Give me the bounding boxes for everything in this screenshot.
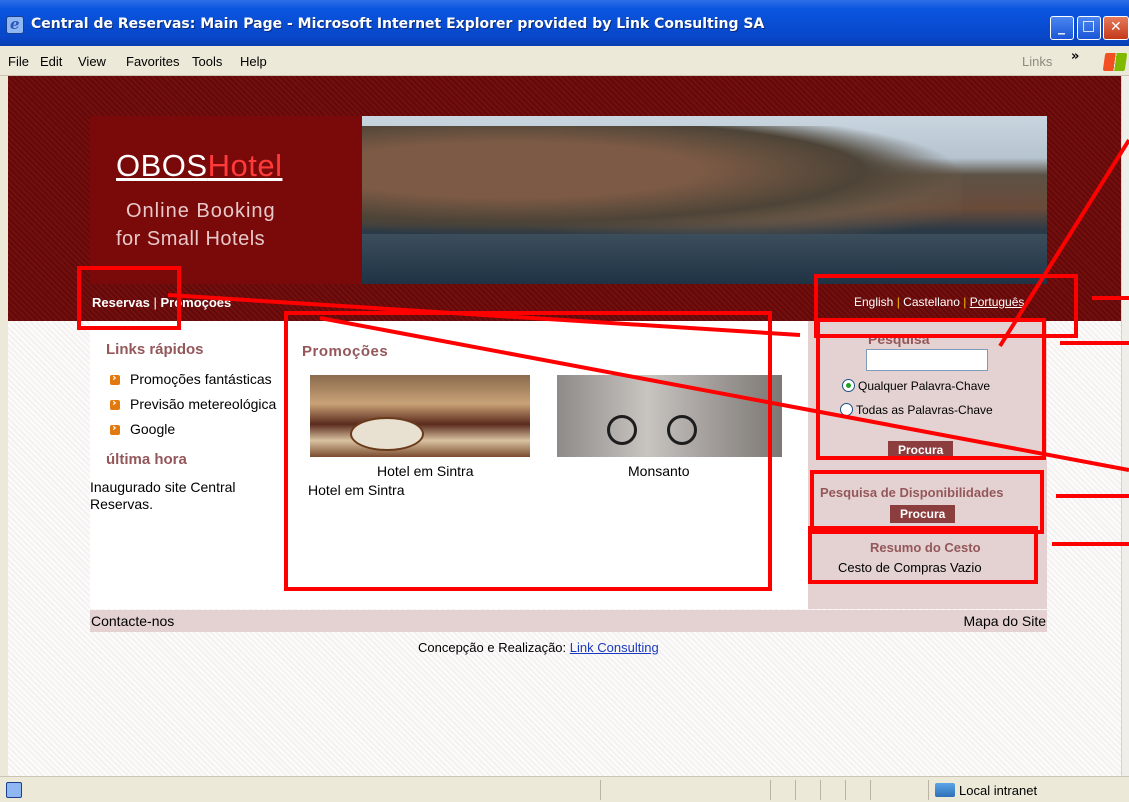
status-bar: Local intranet: [0, 776, 1129, 802]
lang-castellano-link[interactable]: Castellano: [903, 295, 960, 309]
menu-tools[interactable]: Tools: [192, 54, 222, 69]
footer-contact-link[interactable]: Contacte-nos: [91, 613, 174, 629]
menu-bar: File Edit View Favorites Tools Help Link…: [0, 46, 1129, 76]
links-toolbar[interactable]: Links: [1022, 54, 1052, 69]
nav-reservas-link[interactable]: Reservas: [92, 295, 150, 310]
menu-view[interactable]: View: [78, 54, 106, 69]
promotions-title: Promoções: [302, 343, 389, 360]
banner-photo: [362, 116, 1047, 284]
main-nav: Reservas | Promoções: [92, 295, 231, 310]
close-icon: ✕: [1110, 19, 1122, 35]
menu-help[interactable]: Help: [240, 54, 267, 69]
status-divider: [795, 780, 796, 800]
bullet-arrow-icon: [110, 371, 120, 385]
maximize-icon: □: [1082, 18, 1096, 34]
promo-caption-3[interactable]: Hotel em Sintra: [308, 482, 404, 498]
promo-caption-1[interactable]: Hotel em Sintra: [377, 463, 473, 479]
lang-separator: |: [963, 295, 967, 309]
page-icon: [6, 782, 22, 798]
footer-bar: Contacte-nos Mapa do Site: [90, 610, 1047, 632]
promo-image-hotel[interactable]: [310, 375, 530, 457]
bike-wheel: [667, 415, 697, 445]
vertical-scrollbar[interactable]: [1121, 76, 1129, 776]
maximize-button[interactable]: □: [1077, 16, 1101, 40]
nav-promocoes-link[interactable]: Promoções: [160, 295, 231, 310]
banner-cliff: [362, 126, 962, 236]
logo-tagline-2: for Small Hotels: [116, 228, 266, 250]
logo-primary: OBOS: [116, 148, 208, 183]
quick-link-previsao[interactable]: Previsão metereológica: [110, 396, 276, 412]
logo-tagline-1: Online Booking: [126, 200, 276, 222]
quick-link-label: Google: [130, 421, 176, 437]
logo-text: OBOSHotel: [116, 148, 282, 184]
status-divider: [770, 780, 771, 800]
availability-title: Pesquisa de Disponibilidades: [820, 485, 1004, 500]
availability-search-button[interactable]: Procura: [890, 505, 956, 523]
news-text: Inaugurado site Central Reservas.: [90, 479, 236, 512]
links-chevron-icon[interactable]: »: [1071, 49, 1079, 64]
nav-separator: |: [153, 295, 157, 310]
menu-file[interactable]: File: [8, 54, 29, 69]
window-title-bar[interactable]: Central de Reservas: Main Page - Microso…: [0, 0, 1129, 46]
status-divider: [928, 780, 929, 800]
logo-accent: Hotel: [207, 148, 283, 183]
intranet-zone-icon: [935, 783, 955, 797]
status-divider: [870, 780, 871, 800]
sidebar-right: Pesquisa Qualquer Palavra-Chave Todas as…: [808, 321, 1047, 609]
menu-edit[interactable]: Edit: [40, 54, 62, 69]
credits-link[interactable]: Link Consulting: [570, 640, 659, 655]
windows-logo-icon: [1102, 53, 1128, 71]
lang-portugues-link[interactable]: Português: [970, 295, 1025, 309]
promo-caption-2[interactable]: Monsanto: [628, 463, 689, 479]
banner-sea: [362, 234, 1047, 284]
status-divider: [845, 780, 846, 800]
quick-link-promocoes[interactable]: Promoções fantásticas: [110, 371, 272, 387]
bullet-arrow-icon: [110, 421, 120, 435]
radio-unselected-icon: [840, 403, 853, 416]
radio-any-keyword[interactable]: Qualquer Palavra-Chave: [842, 379, 990, 393]
window-title: Central de Reservas: Main Page - Microso…: [31, 16, 765, 32]
site-logo[interactable]: OBOSHotel Online Booking for Small Hotel…: [90, 116, 362, 284]
quick-link-label: Previsão metereológica: [130, 396, 277, 412]
close-button[interactable]: ✕: [1103, 16, 1129, 40]
status-divider: [600, 780, 601, 800]
ie-icon: [6, 15, 24, 34]
radio-selected-icon: [842, 379, 855, 392]
lang-separator: |: [896, 295, 900, 309]
search-input[interactable]: [866, 349, 988, 371]
quick-link-google[interactable]: Google: [110, 421, 175, 437]
lang-english-link[interactable]: English: [854, 295, 893, 309]
radio-any-label: Qualquer Palavra-Chave: [858, 379, 991, 393]
minimize-icon: _: [1058, 19, 1065, 35]
main-content-panel: Links rápidos Promoções fantásticas Prev…: [90, 321, 808, 609]
minimize-button[interactable]: _: [1050, 16, 1074, 40]
radio-all-keywords[interactable]: Todas as Palavras-Chave: [840, 403, 993, 417]
page-viewport: OBOSHotel Online Booking for Small Hotel…: [8, 76, 1121, 776]
credits-label: Concepção e Realização:: [418, 640, 567, 655]
radio-all-label: Todas as Palavras-Chave: [856, 403, 993, 417]
basket-status: Cesto de Compras Vazio: [838, 560, 982, 575]
status-divider: [820, 780, 821, 800]
bullet-arrow-icon: [110, 396, 120, 410]
menu-favorites[interactable]: Favorites: [126, 54, 179, 69]
security-zone-label: Local intranet: [959, 783, 1038, 798]
quick-links-title: Links rápidos: [106, 341, 204, 358]
search-title: Pesquisa: [868, 331, 930, 347]
language-selector: English | Castellano | Português: [854, 295, 1024, 309]
credits: Concepção e Realização: Link Consulting: [418, 640, 659, 655]
search-submit-button[interactable]: Procura: [888, 441, 954, 459]
promo-image-monsanto[interactable]: [557, 375, 782, 457]
news-title: última hora: [106, 451, 187, 468]
bike-wheel: [607, 415, 637, 445]
basket-title: Resumo do Cesto: [870, 540, 981, 555]
quick-link-label: Promoções fantásticas: [130, 371, 272, 387]
footer-sitemap-link[interactable]: Mapa do Site: [964, 613, 1047, 629]
